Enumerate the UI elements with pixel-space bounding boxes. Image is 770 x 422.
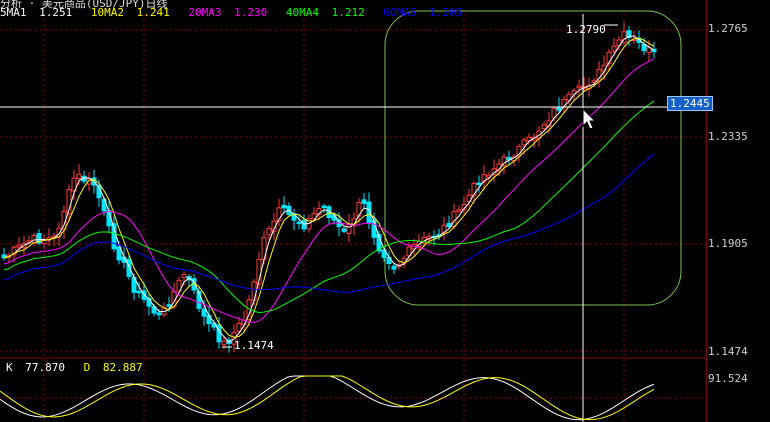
osc-tick-1: 91.524 (708, 372, 748, 385)
candle-body-122 (611, 45, 617, 52)
kd-legend-k: K 77.870 (6, 361, 65, 374)
candle-body-25 (126, 259, 132, 277)
candle-body-68 (341, 228, 347, 232)
ma10-line (3, 37, 655, 338)
kd-legend: K 77.870 D 82.887 (6, 361, 155, 374)
candle-body-78 (391, 265, 397, 270)
ma-legend-item-4: 40MA4 1.212 (285, 6, 365, 19)
ma-legend-item-1: 5MA1 1.251 (0, 6, 73, 19)
ma-legend: 5MA1 1.251 10MA2 1.241 20MA3 1.230 40MA4… (0, 6, 474, 19)
candle-body-129 (646, 47, 652, 54)
candle-body-60 (301, 219, 307, 230)
candle-body-95 (476, 182, 482, 186)
ma-legend-item-3: 20MA3 1.230 (188, 6, 268, 19)
candle-body-72 (361, 199, 367, 204)
candle-body-69 (346, 223, 352, 234)
price-tick-1: 1.2765 (708, 22, 748, 35)
price-tick-3: 1.1905 (708, 237, 748, 250)
candle-body-56 (281, 204, 287, 209)
candle-body-36 (181, 273, 187, 279)
price-axis[interactable] (706, 0, 770, 422)
candle-body-31 (156, 312, 162, 316)
low-marker-label: 1.1474 (234, 339, 274, 352)
high-marker-label: 1.2790 (566, 23, 606, 36)
candle-body-40 (201, 308, 207, 317)
candle-body-53 (266, 228, 272, 236)
price-tick-4: 1.1474 (708, 345, 748, 358)
candle-body-44 (221, 340, 227, 346)
candle-body-104 (521, 139, 527, 146)
ma-legend-item-5: 60MA5 1.205 (383, 6, 463, 19)
candle-body-91 (456, 209, 462, 212)
mouse-cursor-icon (582, 107, 597, 130)
candle-body-59 (296, 221, 302, 225)
ma-legend-item-2: 10MA2 1.241 (90, 6, 170, 19)
candle-body-27 (136, 290, 142, 294)
highlight-box (384, 10, 682, 306)
candle-body-64 (321, 205, 327, 209)
candlestick-chart[interactable] (0, 0, 706, 422)
candle-body-15 (76, 173, 82, 179)
candle-body-33 (166, 304, 172, 307)
candle-body-111 (556, 106, 562, 111)
candle-body-47 (236, 322, 242, 332)
candle-body-115 (576, 85, 582, 89)
kd-legend-d: D 82.887 (83, 361, 143, 374)
candle-body-74 (371, 219, 377, 238)
crosshair-price-tag: 1.2445 (667, 96, 713, 111)
price-tick-2: 1.2335 (708, 130, 748, 143)
candle-body-108 (541, 124, 547, 130)
candle-body-3 (16, 244, 22, 248)
candle-body-66 (331, 214, 337, 221)
chart-window: 分析 · 美元商品(USD/JPY)日线 5MA1 1.251 10MA2 1.… (0, 0, 770, 422)
candle-body-50 (251, 281, 257, 301)
